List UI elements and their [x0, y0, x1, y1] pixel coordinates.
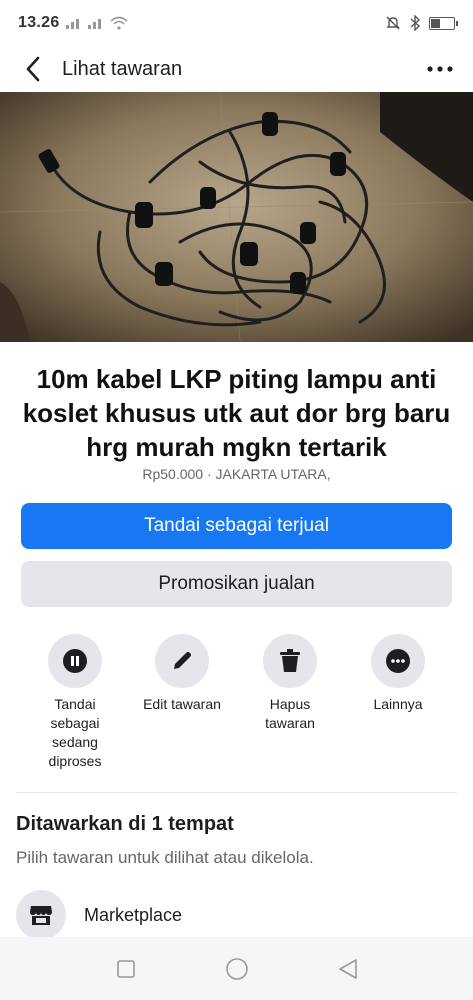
mark-pending-button[interactable] [48, 634, 102, 688]
cable-photo-illustration [0, 92, 473, 342]
home-button[interactable] [222, 954, 252, 984]
system-navigation-bar [0, 937, 473, 1000]
more-actions-label: Lainnya [373, 696, 423, 712]
offered-section-title: Ditawarkan di 1 tempat [16, 813, 234, 835]
signal-icon [65, 19, 79, 29]
top-nav-bar: Lihat tawaran [0, 46, 473, 92]
back-button[interactable] [18, 54, 48, 84]
page-title: Lihat tawaran [62, 57, 183, 80]
mark-as-sold-button[interactable]: Tandai sebagai terjual [21, 503, 452, 549]
listing-photo[interactable] [0, 92, 473, 342]
mute-icon [386, 16, 400, 30]
signal-icon-2 [87, 19, 101, 29]
storefront-icon [16, 890, 66, 940]
status-right-icons [385, 15, 458, 31]
trash-icon [280, 649, 300, 672]
place-item-marketplace[interactable]: Marketplace [16, 890, 457, 940]
bluetooth-icon [410, 15, 421, 31]
battery-icon [429, 16, 458, 30]
square-icon [116, 959, 135, 978]
more-horizontal-icon [427, 66, 453, 72]
section-divider [16, 792, 457, 793]
listing-price-location: Rp50.000 · JAKARTA UTARA, [142, 466, 331, 482]
promote-listing-button[interactable]: Promosikan jualan [21, 561, 452, 607]
circle-icon [225, 957, 248, 980]
status-notification-icons [65, 16, 128, 30]
listing-actions: Tandai sebagai sedang diproses Edit tawa… [0, 634, 473, 774]
delete-listing-label: Hapus tawaran [265, 696, 315, 731]
pause-icon [63, 649, 87, 673]
status-bar: 13.26 [0, 0, 473, 46]
recent-apps-button[interactable] [111, 954, 141, 984]
status-time: 13.26 [18, 14, 60, 31]
delete-listing-action[interactable]: Hapus tawaran [240, 634, 340, 733]
triangle-back-icon [338, 958, 357, 979]
mark-pending-action[interactable]: Tandai sebagai sedang diproses [25, 634, 125, 771]
edit-listing-action[interactable]: Edit tawaran [132, 634, 232, 714]
edit-listing-button[interactable] [155, 634, 209, 688]
listing-title: 10m kabel LKP piting lampu anti koslet k… [22, 364, 451, 462]
edit-listing-label: Edit tawaran [143, 696, 221, 712]
place-label: Marketplace [84, 904, 183, 925]
offered-section-subtitle: Pilih tawaran untuk dilihat atau dikelol… [16, 848, 314, 867]
chevron-left-icon [26, 56, 40, 82]
mark-pending-label: Tandai sebagai sedang diproses [48, 696, 102, 769]
more-icon [386, 649, 410, 673]
more-actions-button[interactable] [371, 634, 425, 688]
wifi-icon [110, 16, 128, 30]
delete-listing-button[interactable] [263, 634, 317, 688]
more-actions-action[interactable]: Lainnya [348, 634, 448, 714]
pencil-icon [174, 652, 191, 669]
system-back-button[interactable] [333, 954, 363, 984]
more-options-button[interactable] [425, 54, 455, 84]
